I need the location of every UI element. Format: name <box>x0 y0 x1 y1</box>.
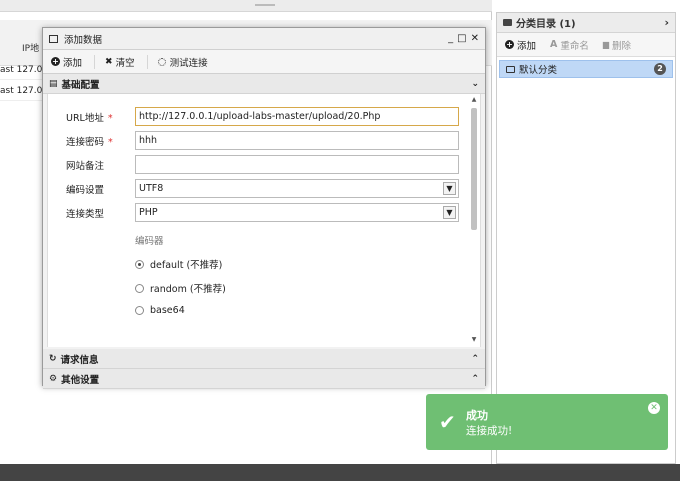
encoder-radio-base64[interactable]: base64 <box>135 305 185 316</box>
close-icon[interactable]: ✕ <box>471 33 479 44</box>
category-delete-label: 删除 <box>612 40 632 52</box>
folder-outline-icon <box>506 65 515 73</box>
type-label: 连接类型 <box>66 209 105 220</box>
encoder-title: 编码器 <box>135 236 164 247</box>
refresh-icon: ↻ <box>49 353 57 364</box>
radio-selected-icon <box>135 259 144 269</box>
request-info-title: 请求信息 <box>60 354 99 366</box>
radio-icon <box>135 283 144 293</box>
chevron-down-icon[interactable]: ⌄ <box>471 79 479 89</box>
toast-message: 连接成功! <box>466 425 513 437</box>
plus-circle-icon: + <box>51 57 60 66</box>
add-label: 添加 <box>63 57 83 69</box>
document-icon: ▤ <box>49 78 58 89</box>
form-scrollbar[interactable]: ▲ ▼ <box>470 96 478 343</box>
success-toast: ✔ 成功 连接成功! ✕ <box>426 394 668 450</box>
clear-label: 清空 <box>115 57 135 69</box>
test-connection-button[interactable]: 测试连接 <box>157 55 220 69</box>
folder-icon <box>503 19 512 26</box>
table-row[interactable]: ast 127.0 <box>0 81 44 101</box>
required-mark: * <box>107 113 113 124</box>
x-icon: ✖ <box>105 56 113 67</box>
url-input[interactable] <box>135 107 459 126</box>
password-label-text: 连接密码 <box>66 137 105 148</box>
category-toolbar: + 添加 A 重命名 ▆ 删除 <box>497 33 675 57</box>
category-add-button[interactable]: + 添加 <box>505 38 536 52</box>
other-settings-title: 其他设置 <box>61 374 100 386</box>
dialog-toolbar: + 添加 ✖ 清空 测试连接 <box>43 50 485 74</box>
category-title: 分类目录 (1) <box>516 19 576 30</box>
category-count-badge: 2 <box>654 63 666 75</box>
toast-title: 成功 <box>466 409 488 422</box>
encoding-label: 编码设置 <box>66 185 105 196</box>
other-settings-header[interactable]: ⚙ 其他设置 ⌃ <box>43 369 485 389</box>
encoder-label: random (不推荐) <box>150 284 226 295</box>
basic-config-title: 基础配置 <box>61 79 100 91</box>
plus-circle-icon: + <box>505 40 514 49</box>
top-strip <box>0 0 492 12</box>
note-label: 网站备注 <box>66 161 105 172</box>
close-icon[interactable]: ✕ <box>648 402 660 414</box>
column-ip[interactable]: IP地 <box>22 41 39 54</box>
password-label: 连接密码 * <box>66 134 113 148</box>
category-header[interactable]: 分类目录 (1) › <box>497 13 675 33</box>
category-delete-button[interactable]: ▆ 删除 <box>603 38 631 52</box>
encoding-select[interactable]: UTF8 ▼ <box>135 179 459 198</box>
gear-icon: ⚙ <box>49 373 58 384</box>
basic-config-header[interactable]: ▤ 基础配置 ⌄ <box>43 74 485 94</box>
add-data-dialog: 添加数据 _ □ ✕ + 添加 ✖ 清空 测试连接 ▤ 基础配置 ⌄ URL地址… <box>42 27 486 389</box>
url-label-text: URL地址 <box>66 113 104 124</box>
chevron-up-icon[interactable]: ⌃ <box>471 354 479 364</box>
encoder-radio-default[interactable]: default (不推荐) <box>135 257 222 271</box>
basic-config-form: URL地址* 连接密码* 网站备注 编码设置 UTF8 ▼ 连接类型 PHP ▼… <box>47 94 481 347</box>
add-button[interactable]: + 添加 <box>51 54 96 69</box>
table-row[interactable]: ast 127.0 <box>0 60 44 80</box>
spinner-icon <box>157 57 166 66</box>
category-item-default[interactable]: 默认分类 2 <box>499 60 673 78</box>
chevron-right-icon[interactable]: › <box>664 16 669 29</box>
dialog-titlebar[interactable]: 添加数据 _ □ ✕ <box>43 28 485 50</box>
scroll-up-icon[interactable]: ▲ <box>470 96 478 103</box>
maximize-icon[interactable]: □ <box>457 33 466 44</box>
clear-button[interactable]: ✖ 清空 <box>105 54 148 69</box>
url-label: URL地址 * <box>66 110 113 124</box>
encoding-value: UTF8 <box>139 183 164 194</box>
resize-grip[interactable] <box>255 4 275 6</box>
category-add-label: 添加 <box>517 40 537 52</box>
type-select[interactable]: PHP ▼ <box>135 203 459 222</box>
font-icon: A <box>550 39 558 50</box>
category-item-label: 默认分类 <box>519 65 558 76</box>
request-info-header[interactable]: ↻ 请求信息 ⌃ <box>43 349 485 369</box>
type-value: PHP <box>139 207 158 218</box>
check-icon: ✔ <box>439 410 456 434</box>
category-rename-label: 重命名 <box>560 40 589 52</box>
window-icon <box>49 34 58 43</box>
encoder-label: base64 <box>150 305 185 316</box>
status-bar <box>0 464 680 481</box>
required-mark: * <box>108 137 113 148</box>
encoder-label: default (不推荐) <box>150 260 223 271</box>
scroll-down-icon[interactable]: ▼ <box>470 336 478 343</box>
password-input[interactable] <box>135 131 459 150</box>
scroll-thumb[interactable] <box>471 108 477 230</box>
test-connection-label: 测试连接 <box>169 57 208 69</box>
chevron-up-icon[interactable]: ⌃ <box>471 374 479 384</box>
dialog-title: 添加数据 <box>64 34 103 46</box>
encoder-radio-random[interactable]: random (不推荐) <box>135 281 226 295</box>
category-rename-button[interactable]: A 重命名 <box>550 38 589 52</box>
chevron-down-icon[interactable]: ▼ <box>443 182 456 195</box>
trash-icon: ▆ <box>602 40 610 49</box>
note-input[interactable] <box>135 155 459 174</box>
minimize-icon[interactable]: _ <box>448 33 453 44</box>
chevron-down-icon[interactable]: ▼ <box>443 206 456 219</box>
radio-icon <box>135 306 144 315</box>
